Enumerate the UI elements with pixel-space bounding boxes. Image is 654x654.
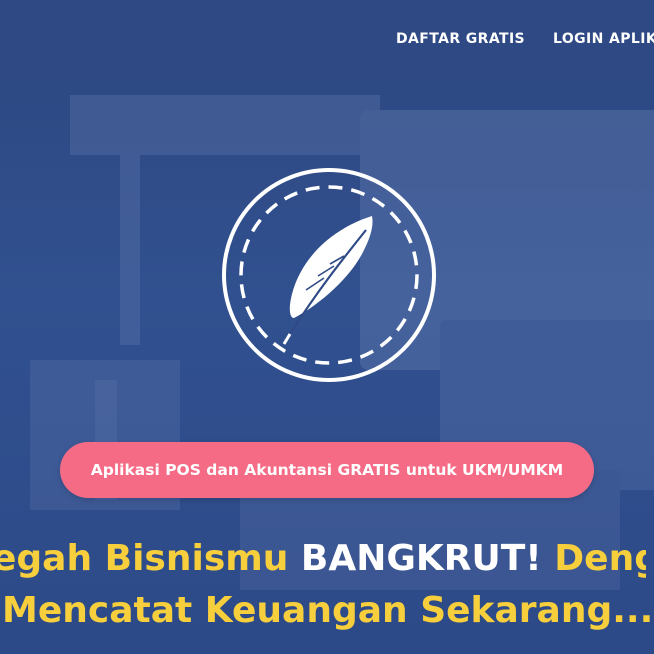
headline-text: egah Bisnismu [0,538,301,579]
nav-daftar-gratis[interactable]: DAFTAR GRATIS [396,31,525,47]
feather-icon [282,216,373,345]
promo-banner[interactable]: Aplikasi POS dan Akuntansi GRATIS untuk … [60,442,594,498]
feather-logo [222,168,436,382]
headline-text: Denga [554,538,646,579]
nav-login-aplikasi[interactable]: LOGIN APLIK [553,31,654,47]
headline-emphasis: BANGKRUT! [300,538,542,579]
headline-line-1: egah Bisnismu BANGKRUT! Denga [0,538,646,579]
headline-line-2: Mencatat Keuangan Sekarang.... [2,590,654,631]
top-navbar: DAFTAR GRATIS LOGIN APLIK [0,0,654,78]
